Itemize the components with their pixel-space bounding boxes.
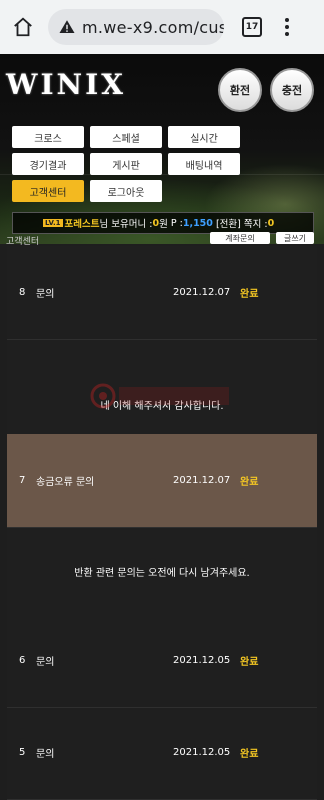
tabs-count-icon[interactable]: 17 xyxy=(242,17,262,37)
post-number: 7 xyxy=(19,475,26,486)
charge-button[interactable]: 충전 xyxy=(270,68,314,112)
money-value: 0 xyxy=(152,217,160,229)
notes-count: 0 xyxy=(267,217,275,229)
convert-points-link[interactable]: [전환] xyxy=(216,216,241,230)
status-badge: 완료 xyxy=(240,749,259,760)
url-text: m.we-x9.com/cus xyxy=(82,17,224,37)
post-date: 2021.12.07 xyxy=(173,475,231,486)
home-icon[interactable] xyxy=(10,14,36,40)
table-row[interactable]: 8 문의 2021.12.07 완료 xyxy=(7,246,317,340)
post-date: 2021.12.07 xyxy=(173,287,231,298)
nav-live[interactable]: 실시간 xyxy=(168,126,240,148)
post-subject[interactable]: 송금오류 문의 xyxy=(36,473,94,488)
write-post-button[interactable]: 글쓰기 xyxy=(276,232,314,244)
board-subheader: 고객센터 계좌문의 글쓰기 xyxy=(0,232,324,247)
account-inquiry-button[interactable]: 계좌문의 xyxy=(210,232,270,244)
post-subject[interactable]: 문의 xyxy=(36,745,54,760)
post-number: 8 xyxy=(19,287,26,298)
money-unit: 원 xyxy=(159,219,168,230)
nav-bet-history[interactable]: 배팅내역 xyxy=(168,153,240,175)
nav-special[interactable]: 스페셜 xyxy=(90,126,162,148)
status-badge: 완료 xyxy=(240,477,259,488)
username: 포레스트 xyxy=(64,219,100,230)
site-logo[interactable]: WINIX xyxy=(6,68,126,101)
inquiry-board: 8 문의 2021.12.07 완료 네 이해 해주셔서 감사합니다. 7 송금… xyxy=(7,246,317,800)
money-label: 보유머니 : xyxy=(111,219,153,230)
site-header: WINIX 환전 충전 크로스 스페셜 실시간 경기결과 게시판 배팅내역 고객… xyxy=(0,54,324,244)
table-row[interactable]: 6 문의 2021.12.05 완료 xyxy=(7,614,317,708)
points-label: P : xyxy=(170,217,183,229)
status-badge: 완료 xyxy=(240,289,259,300)
level-badge: LV.1 xyxy=(43,219,63,227)
watermark-logo xyxy=(90,383,229,409)
username-suffix: 님 xyxy=(99,219,109,230)
status-badge: 완료 xyxy=(240,657,259,668)
answer-text: 반환 관련 문의는 오전에 다시 남겨주세요. xyxy=(74,568,250,579)
kebab-menu-icon[interactable] xyxy=(284,18,290,36)
nav-customer-center[interactable]: 고객센터 xyxy=(12,180,84,202)
nav-logout[interactable]: 로그아웃 xyxy=(90,180,162,202)
notes-label[interactable]: 쪽지 : xyxy=(244,216,268,230)
post-subject[interactable]: 문의 xyxy=(36,653,54,668)
browser-toolbar: m.we-x9.com/cus 17 xyxy=(0,0,324,54)
post-number: 5 xyxy=(19,747,26,758)
nav-results[interactable]: 경기결과 xyxy=(12,153,84,175)
post-number: 6 xyxy=(19,655,26,666)
nav-cross[interactable]: 크로스 xyxy=(12,126,84,148)
points-value: 1,150 xyxy=(182,217,213,229)
table-row[interactable]: 5 문의 2021.12.05 완료 xyxy=(7,706,317,800)
post-date: 2021.12.05 xyxy=(173,747,231,758)
user-info-bar: LV.1 포레스트 님 보유머니 : 0 원 P : 1,150 [전환] 쪽지… xyxy=(12,212,314,234)
address-bar[interactable]: m.we-x9.com/cus xyxy=(48,9,224,45)
table-row[interactable]: 7 송금오류 문의 2021.12.07 완료 xyxy=(7,434,317,528)
post-date: 2021.12.05 xyxy=(173,655,231,666)
nav-board[interactable]: 게시판 xyxy=(90,153,162,175)
warning-icon xyxy=(59,20,75,33)
main-nav: 크로스 스페셜 실시간 경기결과 게시판 배팅내역 고객센터 로그아웃 xyxy=(12,126,240,202)
exchange-button[interactable]: 환전 xyxy=(218,68,262,112)
post-subject[interactable]: 문의 xyxy=(36,285,54,300)
